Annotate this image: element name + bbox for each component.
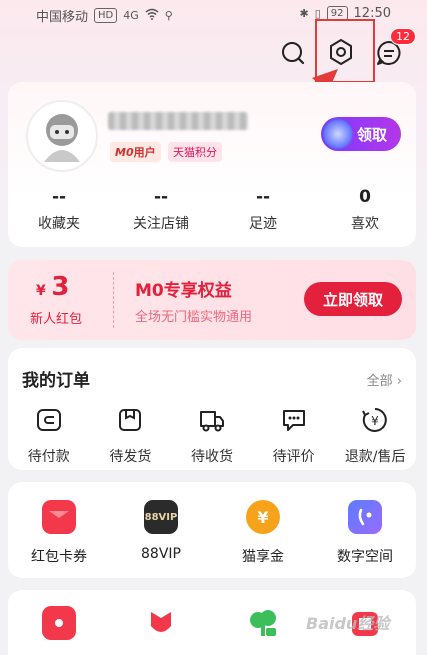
- tree-icon: [250, 610, 276, 636]
- vip-icon: 88VIP: [144, 500, 178, 534]
- order-label: 待付款: [27, 449, 70, 465]
- service-label: 红包卡券: [31, 549, 87, 565]
- stat-value: 0: [359, 187, 371, 207]
- signal-indicator: 4G: [123, 9, 139, 22]
- service-label: 数字空间: [337, 549, 393, 565]
- coin-icon: ¥: [246, 500, 280, 534]
- stat-followed-stores[interactable]: -- 关注店铺: [116, 187, 206, 233]
- profile-card: M0用户 天猫积分 领取 -- 收藏夹 -- 关注店铺 -- 足迹 0 喜欢: [8, 82, 416, 247]
- carrier-label: 中国移动: [36, 10, 89, 25]
- m0-label: M0: [115, 146, 134, 159]
- flower-icon: [151, 612, 171, 632]
- new-user-coupon-banner[interactable]: ¥ 3 新人红包 M0专享权益 全场无门槛实物通用 立即领取: [8, 260, 416, 340]
- service-digital-space[interactable]: 数字空间: [320, 500, 410, 566]
- record-icon: [42, 606, 76, 640]
- package-icon: [119, 409, 142, 431]
- refund-icon: ¥: [362, 408, 387, 432]
- orders-title: 我的订单: [22, 371, 90, 391]
- stat-value: --: [153, 187, 169, 207]
- wifi-icon: [145, 8, 159, 23]
- stat-label: 足迹: [249, 216, 277, 232]
- stat-value: --: [255, 187, 271, 207]
- order-label: 待发货: [109, 449, 152, 465]
- truck-icon: [199, 411, 224, 432]
- tmall-points-tag[interactable]: 天猫积分: [168, 142, 222, 162]
- service-label: 猫享金: [242, 549, 284, 565]
- bluetooth-icon: ✱: [299, 7, 309, 20]
- service-88vip[interactable]: 88VIP 88VIP: [116, 500, 206, 566]
- coupon-amount: ¥ 3: [36, 272, 69, 302]
- messages-button[interactable]: 12: [372, 28, 416, 70]
- red-packet-icon: [42, 500, 76, 534]
- profile-stats: -- 收藏夹 -- 关注店铺 -- 足迹 0 喜欢: [8, 187, 416, 233]
- claim-now-button[interactable]: 立即领取: [304, 282, 402, 316]
- claim-button[interactable]: 领取: [321, 117, 401, 151]
- currency-symbol: ¥: [36, 283, 46, 299]
- search-icon: [282, 42, 305, 65]
- service-label: 88VIP: [141, 546, 181, 562]
- claim-label: 领取: [356, 125, 387, 144]
- wallet-icon: [36, 409, 61, 431]
- avatar[interactable]: [26, 100, 98, 172]
- hd-indicator: HD: [94, 8, 118, 23]
- coupon-value: 3: [51, 272, 70, 302]
- orders-all-label: 全部: [366, 374, 393, 389]
- stat-label: 喜欢: [351, 216, 379, 232]
- annotation-highlight-box: [315, 19, 375, 83]
- coupon-divider: [113, 272, 114, 328]
- message-count-badge: 12: [390, 28, 416, 45]
- order-pending-payment[interactable]: 待付款: [10, 406, 88, 466]
- digital-space-icon: [348, 500, 382, 534]
- order-pending-review[interactable]: 待评价: [255, 406, 333, 466]
- svg-text:¥: ¥: [371, 414, 379, 428]
- service-cat-gold[interactable]: ¥ 猫享金: [218, 500, 308, 566]
- services-card: 红包卡券 88VIP 88VIP ¥ 猫享金 数字空间: [8, 482, 416, 578]
- stat-favorites[interactable]: -- 收藏夹: [14, 187, 104, 233]
- order-label: 待评价: [272, 449, 315, 465]
- stat-value: --: [51, 187, 67, 207]
- order-pending-shipment[interactable]: 待发货: [91, 406, 169, 466]
- service-red-packets[interactable]: 红包卡券: [14, 500, 104, 566]
- coupon-desc: 全场无门槛实物通用: [135, 310, 253, 325]
- stat-footprints[interactable]: -- 足迹: [218, 187, 308, 233]
- chevron-right-icon: ›: [396, 374, 402, 389]
- claim-disc-icon: [323, 119, 353, 149]
- watermark: Baidu经验: [306, 614, 390, 633]
- order-label: 退款/售后: [344, 449, 406, 465]
- usb-icon: ⚲: [164, 9, 173, 22]
- order-label: 待收货: [190, 449, 233, 465]
- stat-likes[interactable]: 0 喜欢: [320, 187, 410, 233]
- comment-icon: [282, 410, 305, 431]
- coupon-title: M0专享权益: [135, 281, 232, 301]
- more-item-tree[interactable]: [218, 606, 308, 640]
- more-item-flower[interactable]: [116, 606, 206, 640]
- more-item-record[interactable]: [14, 606, 104, 640]
- coupon-sub: 新人红包: [30, 312, 83, 327]
- orders-all-link[interactable]: 全部 ›: [367, 370, 402, 389]
- order-refund-aftersale[interactable]: ¥ 退款/售后: [336, 406, 414, 466]
- stat-label: 关注店铺: [133, 216, 189, 232]
- search-button[interactable]: [276, 36, 310, 70]
- avatar-icon: [44, 114, 80, 162]
- order-pending-receipt[interactable]: 待收货: [173, 406, 251, 466]
- orders-card: 我的订单 全部 › 待付款 待发货 待收货 待评价 ¥ 退款/售后: [8, 348, 416, 470]
- stat-label: 收藏夹: [38, 216, 80, 232]
- m0-user-tag[interactable]: M0用户: [110, 142, 161, 162]
- username-blurred: [108, 112, 248, 130]
- m0-suffix: 用户: [133, 146, 156, 159]
